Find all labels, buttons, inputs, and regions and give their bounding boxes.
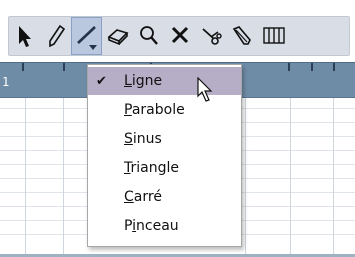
menu-item-label: Pinceau [124, 218, 179, 234]
tool-grid[interactable] [257, 17, 291, 55]
pointer-icon [18, 26, 31, 47]
tool-pointer[interactable] [9, 17, 40, 55]
pencil-icon [48, 24, 65, 48]
toolbar [0, 0, 355, 60]
line-mode-menu: ✔ Ligne Parabole Sinus Triangle Carré Pi… [87, 64, 242, 247]
menu-item-parabole[interactable]: Parabole [88, 96, 241, 124]
chevron-down-icon [89, 45, 97, 50]
menu-item-carre[interactable]: Carré [88, 183, 241, 211]
tool-scissors[interactable] [195, 17, 226, 55]
scissors-icon [201, 28, 222, 45]
ruler-tick [288, 63, 290, 71]
menu-item-ligne[interactable]: ✔ Ligne [88, 67, 241, 102]
menu-item-label: Triangle [124, 160, 179, 176]
grid-line [63, 98, 64, 257]
menu-item-sinus[interactable]: Sinus [88, 125, 241, 153]
ruler-tick [63, 63, 65, 71]
tool-eraser[interactable] [102, 17, 133, 55]
menu-item-label: Ligne [124, 73, 163, 89]
tool-paint[interactable] [226, 17, 257, 55]
grid-line [333, 98, 334, 257]
tool-line[interactable] [71, 17, 102, 55]
ruler-bar-label: 1 [2, 75, 10, 89]
tool-palette [8, 16, 350, 56]
mute-icon [171, 26, 188, 44]
menu-item-pinceau[interactable]: Pinceau [88, 212, 241, 240]
menu-item-label: Carré [124, 189, 162, 205]
ruler-tick [333, 63, 335, 71]
menu-item-label: Sinus [124, 131, 162, 147]
paint-icon [232, 26, 251, 45]
grid-line [25, 98, 26, 257]
eraser-icon [106, 29, 129, 46]
tool-pencil[interactable] [40, 17, 71, 55]
ruler-tick [311, 63, 313, 71]
grid-line [290, 98, 291, 257]
grid-line [245, 98, 246, 257]
zoom-icon [139, 26, 158, 45]
menu-item-triangle[interactable]: Triangle [88, 154, 241, 182]
tool-mute[interactable] [164, 17, 195, 55]
menu-item-label: Parabole [124, 102, 185, 118]
ruler-tick [22, 63, 24, 71]
quantize-grid-icon [263, 27, 285, 44]
checkmark-icon: ✔ [96, 73, 107, 89]
tool-zoom[interactable] [133, 17, 164, 55]
